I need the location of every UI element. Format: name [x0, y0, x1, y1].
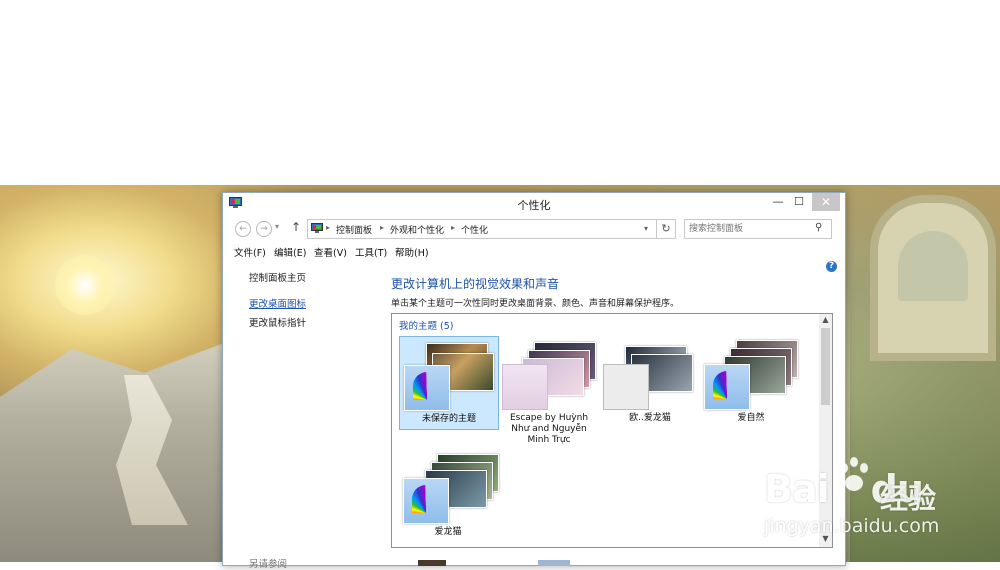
menu-bar: 文件(F) 编辑(E) 查看(V) 工具(T) 帮助(H): [223, 243, 845, 259]
breadcrumb-personalization[interactable]: 个性化: [461, 223, 488, 236]
control-panel-icon: [311, 223, 323, 233]
color-palette-icon: [404, 365, 450, 411]
search-icon[interactable]: ⚲: [815, 222, 822, 233]
menu-view[interactable]: 查看(V): [314, 245, 347, 259]
theme-label: 未保存的主题: [421, 414, 476, 424]
change-desktop-icons-link[interactable]: 更改桌面图标: [249, 296, 306, 310]
color-palette-icon: [704, 364, 750, 410]
theme-nature[interactable]: 爱自然: [702, 336, 800, 428]
desktop-background-thumb[interactable]: [418, 560, 446, 566]
address-bar[interactable]: ▸ 控制面板 ▸ 外观和个性化 ▸ 个性化 ▾: [307, 219, 657, 239]
theme-totoro-2[interactable]: 爱龙猫: [399, 450, 499, 542]
theme-totoro-1[interactable]: 欧..爱龙猫: [601, 336, 699, 428]
up-button[interactable]: ↑: [291, 220, 301, 234]
color-palette-icon: [403, 478, 449, 524]
minimize-button[interactable]: —: [768, 193, 788, 211]
forward-button[interactable]: →: [256, 221, 272, 237]
see-also-label: 另请参阅: [249, 559, 288, 570]
menu-help[interactable]: 帮助(H): [395, 245, 429, 259]
search-input[interactable]: [689, 222, 809, 235]
color-swatch-icon: [603, 364, 649, 410]
breadcrumb-separator-icon[interactable]: ▸: [451, 223, 455, 232]
navigation-bar: ← → ▾ ↑ ▸ 控制面板 ▸ 外观和个性化 ▸ 个性化 ▾ ↻ ⚲: [223, 218, 845, 240]
blank-top-area: [0, 0, 1000, 185]
page-title: 更改计算机上的视觉效果和声音: [391, 277, 560, 291]
theme-label: 爱自然: [737, 413, 765, 423]
wallpaper-hills: [0, 337, 240, 562]
wallpaper-sun: [55, 255, 115, 315]
help-icon[interactable]: ?: [826, 261, 837, 272]
wallpaper-arch: [870, 195, 996, 361]
menu-file[interactable]: 文件(F): [234, 245, 266, 259]
scroll-thumb[interactable]: [821, 328, 830, 405]
theme-label: 爱龙猫: [434, 527, 462, 537]
search-box[interactable]: ⚲: [684, 219, 832, 239]
menu-tools[interactable]: 工具(T): [355, 245, 387, 259]
menu-edit[interactable]: 编辑(E): [274, 245, 306, 259]
maximize-button[interactable]: ☐: [789, 193, 809, 211]
theme-label: 欧..爱龙猫: [629, 413, 671, 423]
watermark-url: jingyan.baidu.com: [764, 515, 940, 537]
baidu-jingyan-watermark: Bai du 经验 jingyan.baidu.com: [764, 455, 1000, 545]
refresh-button[interactable]: ↻: [656, 219, 676, 239]
control-panel-icon: [229, 197, 242, 208]
title-bar[interactable]: 个性化 — ☐ ✕: [223, 193, 845, 215]
color-thumb[interactable]: [538, 560, 570, 566]
breadcrumb-separator-icon[interactable]: ▸: [326, 223, 330, 232]
close-button[interactable]: ✕: [812, 193, 840, 211]
breadcrumb-control-panel[interactable]: 控制面板: [336, 223, 372, 236]
theme-unsaved[interactable]: 未保存的主题: [399, 336, 499, 430]
theme-label: Escape by Huỳnh Như and Nguyễn Minh Trực: [509, 413, 589, 445]
recent-locations-icon[interactable]: ▾: [275, 222, 279, 231]
back-button[interactable]: ←: [235, 221, 251, 237]
wallpaper-arch-window: [898, 231, 968, 301]
breadcrumb-appearance[interactable]: 外观和个性化: [390, 223, 444, 236]
personalization-window: 个性化 — ☐ ✕ ← → ▾ ↑ ▸ 控制面板 ▸ 外观和个性化 ▸ 个性化 …: [222, 192, 846, 570]
change-mouse-pointer-link[interactable]: 更改鼠标指针: [249, 315, 306, 329]
breadcrumb-separator-icon[interactable]: ▸: [380, 223, 384, 232]
scroll-up-icon[interactable]: ▲: [819, 315, 832, 327]
address-dropdown-icon[interactable]: ▾: [644, 224, 648, 233]
control-panel-home-link[interactable]: 控制面板主页: [249, 270, 306, 284]
window-title: 个性化: [517, 199, 551, 212]
group-label: 我的主题: [399, 321, 438, 332]
theme-escape[interactable]: Escape by Huỳnh Như and Nguyễn Minh Trực: [500, 336, 598, 445]
group-count: (5): [440, 321, 454, 332]
color-swatch-icon: [502, 364, 548, 410]
my-themes-group-header[interactable]: 我的主题 (5): [399, 318, 454, 332]
page-description: 单击某个主题可一次性同时更改桌面背景、颜色、声音和屏幕保护程序。: [391, 299, 680, 309]
watermark-product: 经验: [880, 482, 937, 515]
